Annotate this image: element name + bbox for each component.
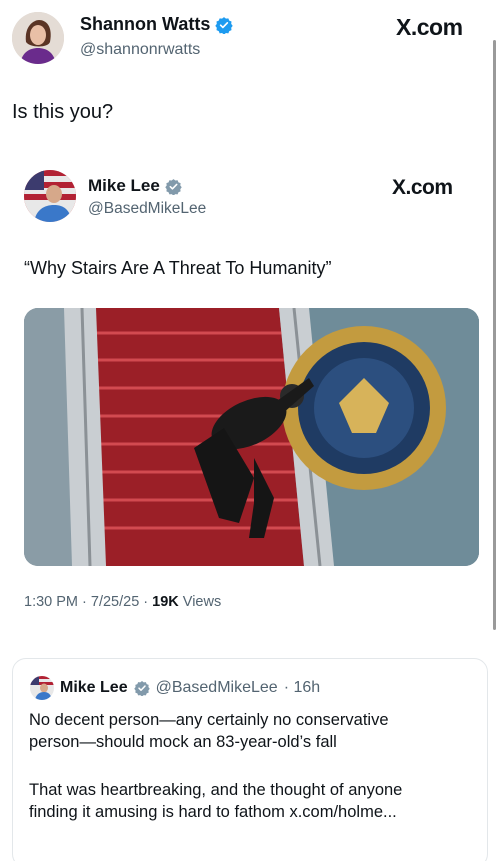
author-handle[interactable]: @BasedMikeLee: [88, 200, 206, 218]
reply-paragraph-2: That was heartbreaking, and the thought …: [29, 779, 469, 823]
verified-badge-icon: [215, 16, 234, 34]
reply-line: That was heartbreaking, and the thought …: [29, 781, 403, 799]
reply-line: person—should mock an 83-year-old’s fall: [29, 733, 337, 751]
author-name[interactable]: Mike Lee: [60, 679, 128, 697]
author-handle[interactable]: @shannonrwatts: [80, 41, 200, 59]
author-name[interactable]: Mike Lee: [88, 176, 160, 196]
x-logo: X.com: [396, 14, 463, 40]
views-label: Views: [178, 594, 222, 610]
avatar[interactable]: [24, 170, 76, 222]
verified-badge-icon: [165, 178, 182, 195]
mike-lee-avatar-image: [24, 170, 76, 222]
person-falling-on-stairs-image: [24, 308, 479, 566]
post-timestamp[interactable]: 1:30 PM · 7/25/25 ·: [24, 594, 152, 610]
avatar[interactable]: [12, 12, 64, 64]
quoted-post-text: “Why Stairs Are A Threat To Humanity”: [24, 258, 332, 278]
scrollbar[interactable]: [493, 40, 496, 630]
post-age[interactable]: · 16h: [284, 679, 320, 697]
views-count: 19K: [152, 594, 179, 610]
post-image[interactable]: [24, 308, 479, 566]
avatar[interactable]: [30, 676, 54, 700]
x-logo: X.com: [392, 176, 453, 199]
post-text: Is this you?: [12, 101, 114, 123]
outer-post: Shannon Watts @shannonrwatts X.com Is th…: [0, 0, 500, 861]
reply-line: finding it amusing is hard to fathom x.c…: [29, 803, 397, 821]
verified-badge-icon: [133, 681, 150, 696]
author-handle[interactable]: @BasedMikeLee: [156, 679, 278, 697]
reply-paragraph-1: No decent person—any certainly no conser…: [29, 709, 469, 753]
post-meta: 1:30 PM · 7/25/25 · 19K Views: [24, 594, 221, 610]
reply-line: No decent person—any certainly no conser…: [29, 711, 389, 729]
mike-lee-avatar-image: [30, 676, 54, 700]
reply-card[interactable]: Mike Lee @BasedMikeLee · 16h No decent p…: [12, 658, 488, 861]
shannon-avatar-image: [12, 12, 64, 64]
author-name[interactable]: Shannon Watts: [80, 14, 210, 35]
